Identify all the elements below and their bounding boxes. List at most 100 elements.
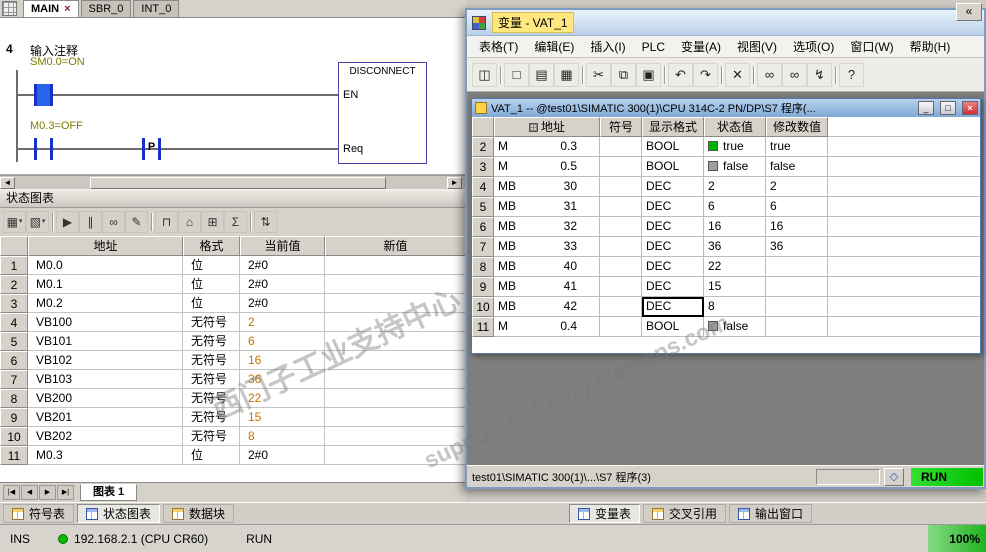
cell-status-value[interactable]: 6: [704, 197, 766, 217]
cell-modify-value[interactable]: 16: [766, 217, 828, 237]
table-row[interactable]: 11 M0.3 位 2#0: [0, 446, 466, 465]
nav-first-icon[interactable]: |◀: [3, 485, 20, 500]
cell-new-value[interactable]: [325, 332, 466, 351]
cell-format[interactable]: 无符号: [183, 427, 240, 446]
monitor-variable-button[interactable]: ∞: [757, 62, 782, 87]
cell-address[interactable]: M0.3: [28, 446, 183, 465]
chart-view-button[interactable]: ▦ ▾: [3, 211, 26, 233]
edge-contact-icon[interactable]: [158, 138, 161, 160]
redo-button[interactable]: ↷: [693, 62, 718, 87]
cell-address[interactable]: MB 40: [494, 257, 600, 277]
output-window-button[interactable]: 输出窗口: [729, 504, 813, 523]
vat-row[interactable]: 8 MB 40 DEC 22: [472, 257, 980, 277]
sheet-tab-chart1[interactable]: 图表 1: [80, 484, 138, 501]
ladder-hscrollbar[interactable]: ◄ ►: [0, 175, 466, 189]
cell-symbol[interactable]: [600, 297, 642, 317]
cell-display-format[interactable]: BOOL: [642, 157, 704, 177]
cell-format[interactable]: 位: [183, 256, 240, 275]
cell-modify-value[interactable]: false: [766, 157, 828, 177]
vat-row[interactable]: 3 M 0.5 BOOL false false: [472, 157, 980, 177]
vat-row[interactable]: 4 MB 30 DEC 2 2: [472, 177, 980, 197]
cell-status-value[interactable]: 2: [704, 177, 766, 197]
cell-address[interactable]: M 0.4: [494, 317, 600, 337]
table-row[interactable]: 1 M0.0 位 2#0: [0, 256, 466, 275]
cell-new-value[interactable]: [325, 256, 466, 275]
menu-view[interactable]: 视图(V): [729, 36, 785, 57]
cell-current-value[interactable]: 2: [240, 313, 325, 332]
cross-reference-button[interactable]: 交叉引用: [643, 504, 727, 523]
cell-new-value[interactable]: [325, 408, 466, 427]
ladder-editor[interactable]: 4 输入注释 SM0.0=ON M0.3=OFF P DISCONNECT EN…: [0, 18, 466, 175]
insert-row-button[interactable]: ⊞: [201, 211, 224, 233]
vat-row[interactable]: 10 MB 42 DEC 8: [472, 297, 980, 317]
help-button[interactable]: ?: [839, 62, 864, 87]
write-button[interactable]: ✎: [125, 211, 148, 233]
monitor-button[interactable]: ∞: [102, 211, 125, 233]
nav-last-icon[interactable]: ▶|: [57, 485, 74, 500]
cell-status-value[interactable]: true: [704, 137, 766, 157]
cell-modify-value[interactable]: [766, 297, 828, 317]
cell-status-value[interactable]: false: [704, 157, 766, 177]
cell-current-value[interactable]: 16: [240, 351, 325, 370]
cell-new-value[interactable]: [325, 370, 466, 389]
vat-row[interactable]: 6 MB 32 DEC 16 16: [472, 217, 980, 237]
contact1-icon[interactable]: [34, 84, 37, 106]
cell-symbol[interactable]: [600, 157, 642, 177]
print-button[interactable]: ▦: [554, 62, 579, 87]
cell-address[interactable]: MB 31: [494, 197, 600, 217]
menu-edit[interactable]: 编辑(E): [526, 36, 582, 57]
cell-modify-value[interactable]: true: [766, 137, 828, 157]
cell-modify-value[interactable]: 6: [766, 197, 828, 217]
cell-address[interactable]: VB102: [28, 351, 183, 370]
cell-address[interactable]: M 0.5: [494, 157, 600, 177]
cell-address[interactable]: VB202: [28, 427, 183, 446]
cell-format[interactable]: 无符号: [183, 332, 240, 351]
cell-new-value[interactable]: [325, 427, 466, 446]
table-row[interactable]: 7 VB103 无符号 36: [0, 370, 466, 389]
monitor-once-button[interactable]: ∞: [782, 62, 807, 87]
cell-display-format[interactable]: DEC: [642, 217, 704, 237]
cell-symbol[interactable]: [600, 217, 642, 237]
cell-status-value[interactable]: 22: [704, 257, 766, 277]
contact2-icon[interactable]: [34, 138, 37, 160]
new-button[interactable]: □: [504, 62, 529, 87]
cell-symbol[interactable]: [600, 257, 642, 277]
cell-display-format[interactable]: DEC: [642, 257, 704, 277]
pause-status-button[interactable]: ∥: [79, 211, 102, 233]
cell-address[interactable]: VB101: [28, 332, 183, 351]
cell-symbol[interactable]: [600, 177, 642, 197]
cell-address[interactable]: VB200: [28, 389, 183, 408]
unforce-button[interactable]: ⌂: [178, 211, 201, 233]
cell-address[interactable]: MB 33: [494, 237, 600, 257]
cell-display-format[interactable]: DEC: [642, 237, 704, 257]
cell-status-value[interactable]: 36: [704, 237, 766, 257]
variable-table-button[interactable]: 变量表: [569, 504, 641, 523]
vat-titlebar[interactable]: 变量 - VAT_1: [467, 10, 984, 36]
cell-display-format[interactable]: BOOL: [642, 137, 704, 157]
cell-address[interactable]: VB201: [28, 408, 183, 427]
vat-row[interactable]: 5 MB 31 DEC 6 6: [472, 197, 980, 217]
cell-address[interactable]: MB 30: [494, 177, 600, 197]
cell-format[interactable]: 位: [183, 446, 240, 465]
cell-symbol[interactable]: [600, 277, 642, 297]
scroll-left-icon[interactable]: ◄: [0, 177, 15, 189]
symbol-table-button[interactable]: 符号表: [3, 504, 75, 523]
trend-view-button[interactable]: ▧ ▾: [26, 211, 49, 233]
cell-current-value[interactable]: 2#0: [240, 256, 325, 275]
cell-display-format[interactable]: DEC: [642, 277, 704, 297]
cell-status-value[interactable]: 16: [704, 217, 766, 237]
delete-button[interactable]: ✕: [725, 62, 750, 87]
cell-new-value[interactable]: [325, 275, 466, 294]
document-titlebar[interactable]: VAT_1 -- @test01\SIMATIC 300(1)\CPU 314C…: [472, 99, 980, 117]
menu-insert[interactable]: 插入(I): [582, 36, 633, 57]
menu-window[interactable]: 窗口(W): [842, 36, 901, 57]
contact1-icon[interactable]: [50, 84, 53, 106]
cell-display-format[interactable]: DEC: [642, 197, 704, 217]
cell-modify-value[interactable]: 2: [766, 177, 828, 197]
cell-new-value[interactable]: [325, 389, 466, 408]
open-button[interactable]: ▤: [529, 62, 554, 87]
cell-current-value[interactable]: 2#0: [240, 446, 325, 465]
cell-modify-value[interactable]: 36: [766, 237, 828, 257]
cell-address[interactable]: M0.0: [28, 256, 183, 275]
tab-sbr0[interactable]: SBR_0: [80, 0, 132, 17]
